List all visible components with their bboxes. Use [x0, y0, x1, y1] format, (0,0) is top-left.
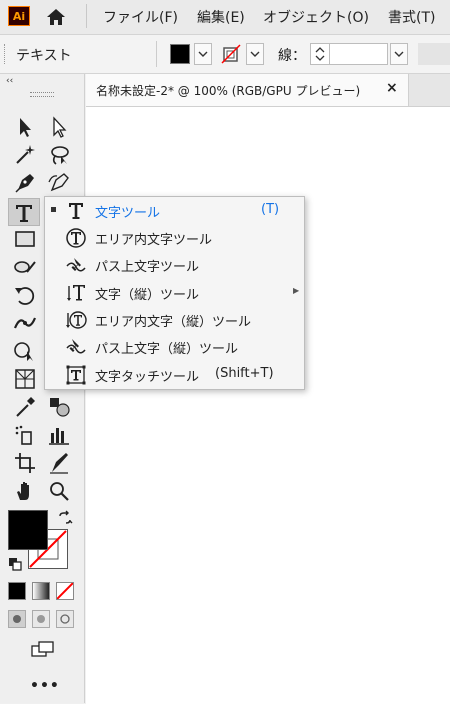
- flyout-item-label: 文字タッチツール: [95, 370, 200, 385]
- blend-tool-icon[interactable]: [46, 394, 72, 420]
- fill-color-swatch[interactable]: [170, 44, 190, 64]
- magic-wand-tool-icon[interactable]: [12, 142, 38, 168]
- flyout-item-vertical-type-on-path-tool[interactable]: パス上文字（縦）ツール: [45, 333, 304, 361]
- slice-tool-icon[interactable]: [46, 450, 72, 476]
- type-tool-flyout: 文字ツール (T) エリア内文字ツール パス上文字ツール 文字（縦）ツール エリ…: [44, 196, 305, 390]
- gradient-mode-button[interactable]: [32, 582, 50, 600]
- control-bar: テキスト 線：: [0, 35, 450, 74]
- area-type-tool-icon: [65, 227, 87, 249]
- stroke-weight-label: 線：: [278, 48, 306, 64]
- stroke-weight-input[interactable]: [330, 43, 388, 65]
- flyout-item-touch-type-tool[interactable]: 文字タッチツール (Shift+T): [45, 361, 304, 389]
- flyout-item-shortcut: (Shift+T): [215, 366, 274, 381]
- tab-strip: [409, 74, 450, 106]
- flyout-item-label: エリア内文字（縦）ツール: [95, 315, 252, 330]
- menu-separator: [86, 4, 87, 28]
- stroke-weight-dropdown[interactable]: [390, 43, 408, 65]
- width-tool-icon[interactable]: [12, 310, 38, 336]
- fill-dropdown-button[interactable]: [194, 43, 212, 65]
- fill-color-box[interactable]: [8, 510, 48, 550]
- chevron-down-icon: [250, 51, 260, 57]
- flyout-item-type-on-path-tool[interactable]: パス上文字ツール: [45, 251, 304, 279]
- flyout-item-label: 文字ツール: [95, 206, 161, 221]
- collapse-panel-button[interactable]: ‹‹: [6, 76, 13, 86]
- flyout-item-label: パス上文字ツール: [95, 260, 200, 275]
- menu-edit[interactable]: 編集(E): [197, 7, 245, 27]
- column-graph-tool-icon[interactable]: [46, 422, 72, 448]
- eyedropper-tool-icon[interactable]: [12, 394, 38, 420]
- vertical-area-type-tool-icon: [65, 309, 87, 331]
- app-logo: Ai: [8, 6, 30, 26]
- shape-builder-tool-icon[interactable]: [12, 338, 38, 364]
- menu-bar: Ai ファイル(F) 編集(E) オブジェクト(O) 書式(T): [0, 0, 450, 35]
- document-tab[interactable]: 名称未設定-2* @ 100% (RGB/GPU プレビュー) ×: [86, 74, 409, 106]
- stroke-color-swatch[interactable]: [220, 43, 242, 65]
- stroke-weight-stepper[interactable]: [310, 43, 330, 65]
- artboard-tool-icon[interactable]: [12, 450, 38, 476]
- menu-type[interactable]: 書式(T): [388, 7, 435, 27]
- direct-selection-tool-icon[interactable]: [46, 114, 72, 140]
- type-tool-icon: [65, 200, 87, 222]
- app-logo-text: Ai: [12, 9, 26, 23]
- control-bar-overflow: [418, 43, 450, 65]
- control-bar-grip[interactable]: [4, 44, 7, 64]
- draw-normal-button[interactable]: [8, 610, 26, 628]
- swap-fill-stroke-icon[interactable]: [57, 510, 73, 526]
- paintbrush-tool-icon[interactable]: [12, 254, 38, 280]
- touch-type-tool-icon: [65, 364, 87, 386]
- rectangle-tool-icon[interactable]: [12, 226, 38, 252]
- draw-behind-button[interactable]: [32, 610, 50, 628]
- default-fill-stroke-icon[interactable]: [8, 556, 22, 571]
- flyout-item-label: エリア内文字ツール: [95, 233, 213, 248]
- curvature-tool-icon[interactable]: [46, 170, 72, 196]
- flyout-item-type-tool[interactable]: 文字ツール (T): [45, 197, 304, 225]
- pen-tool-icon[interactable]: [12, 170, 38, 196]
- flyout-item-vertical-type-tool[interactable]: 文字（縦）ツール: [45, 279, 304, 307]
- menu-object[interactable]: オブジェクト(O): [263, 7, 369, 27]
- hand-tool-icon[interactable]: [12, 478, 38, 504]
- vertical-type-tool-icon: [65, 282, 87, 304]
- flyout-item-label: パス上文字（縦）ツール: [95, 342, 239, 357]
- flyout-item-area-type-tool[interactable]: エリア内文字ツール: [45, 224, 304, 252]
- none-mode-button[interactable]: [56, 582, 74, 600]
- type-on-path-tool-icon: [65, 254, 87, 276]
- flyout-item-label: 文字（縦）ツール: [95, 288, 200, 303]
- stepper-arrows-icon: [315, 47, 325, 61]
- control-bar-label: テキスト: [16, 48, 72, 64]
- draw-inside-button[interactable]: [56, 610, 74, 628]
- zoom-tool-icon[interactable]: [46, 478, 72, 504]
- chevron-down-icon: [198, 51, 208, 57]
- flyout-item-vertical-area-type-tool[interactable]: エリア内文字（縦）ツール: [45, 306, 304, 334]
- color-mode-button[interactable]: [8, 582, 26, 600]
- more-tools-icon[interactable]: •••: [30, 678, 60, 694]
- selection-tool-icon[interactable]: [12, 114, 38, 140]
- flyout-item-shortcut: (T): [261, 202, 280, 217]
- flyout-expand-icon[interactable]: ▶: [293, 286, 299, 295]
- vertical-type-on-path-tool-icon: [65, 336, 87, 358]
- type-tool-icon[interactable]: [8, 198, 40, 226]
- close-icon[interactable]: ×: [386, 80, 398, 96]
- document-tab-title: 名称未設定-2* @ 100% (RGB/GPU プレビュー): [96, 84, 361, 98]
- home-icon[interactable]: [45, 7, 67, 27]
- control-bar-separator: [156, 41, 157, 67]
- menu-file[interactable]: ファイル(F): [103, 7, 178, 27]
- selected-bullet-icon: [51, 207, 56, 212]
- rotate-tool-icon[interactable]: [12, 282, 38, 308]
- perspective-grid-tool-icon[interactable]: [12, 366, 38, 392]
- screen-mode-icon[interactable]: [30, 640, 56, 660]
- chevron-down-icon: [394, 51, 404, 57]
- panel-grip[interactable]: [30, 92, 54, 97]
- lasso-tool-icon[interactable]: [46, 142, 72, 168]
- symbol-sprayer-tool-icon[interactable]: [12, 422, 38, 448]
- stroke-dropdown-button[interactable]: [246, 43, 264, 65]
